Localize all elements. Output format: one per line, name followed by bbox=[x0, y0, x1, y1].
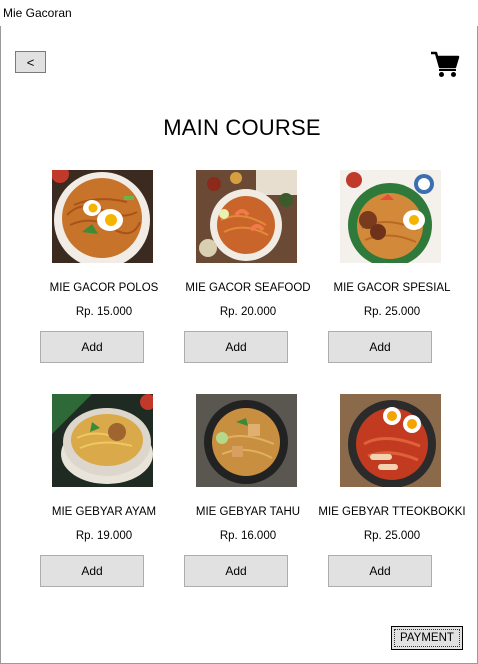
back-button[interactable]: < bbox=[15, 51, 46, 73]
mie-gebyar-tteokbokki-photo bbox=[340, 394, 441, 487]
page-title: MAIN COURSE bbox=[163, 115, 321, 140]
add-button[interactable]: Add bbox=[40, 555, 144, 587]
mie-gebyar-ayam-photo bbox=[52, 394, 153, 487]
title-bar: Mie Gacoran bbox=[0, 0, 478, 26]
window-title: Mie Gacoran bbox=[3, 6, 72, 20]
item-price: Rp. 19.000 bbox=[75, 530, 133, 542]
item-name: MIE GEBYAR AYAM bbox=[51, 506, 157, 518]
cart-icon[interactable] bbox=[430, 50, 460, 78]
add-button[interactable]: Add bbox=[328, 555, 432, 587]
mie-gacor-seafood-photo bbox=[196, 170, 297, 263]
item-price: Rp. 25.000 bbox=[363, 530, 421, 542]
item-price: Rp. 16.000 bbox=[219, 530, 277, 542]
payment-button[interactable]: PAYMENT bbox=[391, 626, 463, 650]
item-name: MIE GEBYAR TTEOKBOKKI bbox=[318, 506, 466, 518]
mie-gacor-polos-photo bbox=[52, 170, 153, 263]
item-name: MIE GACOR SEAFOOD bbox=[185, 282, 311, 294]
add-button[interactable]: Add bbox=[40, 331, 144, 363]
item-price: Rp. 15.000 bbox=[75, 306, 133, 318]
chevron-left-icon: < bbox=[26, 54, 35, 70]
add-button[interactable]: Add bbox=[184, 555, 288, 587]
item-price: Rp. 20.000 bbox=[219, 306, 277, 318]
mie-gebyar-tahu-photo bbox=[196, 394, 297, 487]
add-button[interactable]: Add bbox=[328, 331, 432, 363]
item-name: MIE GACOR SPESIAL bbox=[333, 282, 451, 294]
item-name: MIE GACOR POLOS bbox=[49, 282, 159, 294]
item-name: MIE GEBYAR TAHU bbox=[195, 506, 301, 518]
add-button[interactable]: Add bbox=[184, 331, 288, 363]
item-price: Rp. 25.000 bbox=[363, 306, 421, 318]
mie-gacor-spesial-photo bbox=[340, 170, 441, 263]
